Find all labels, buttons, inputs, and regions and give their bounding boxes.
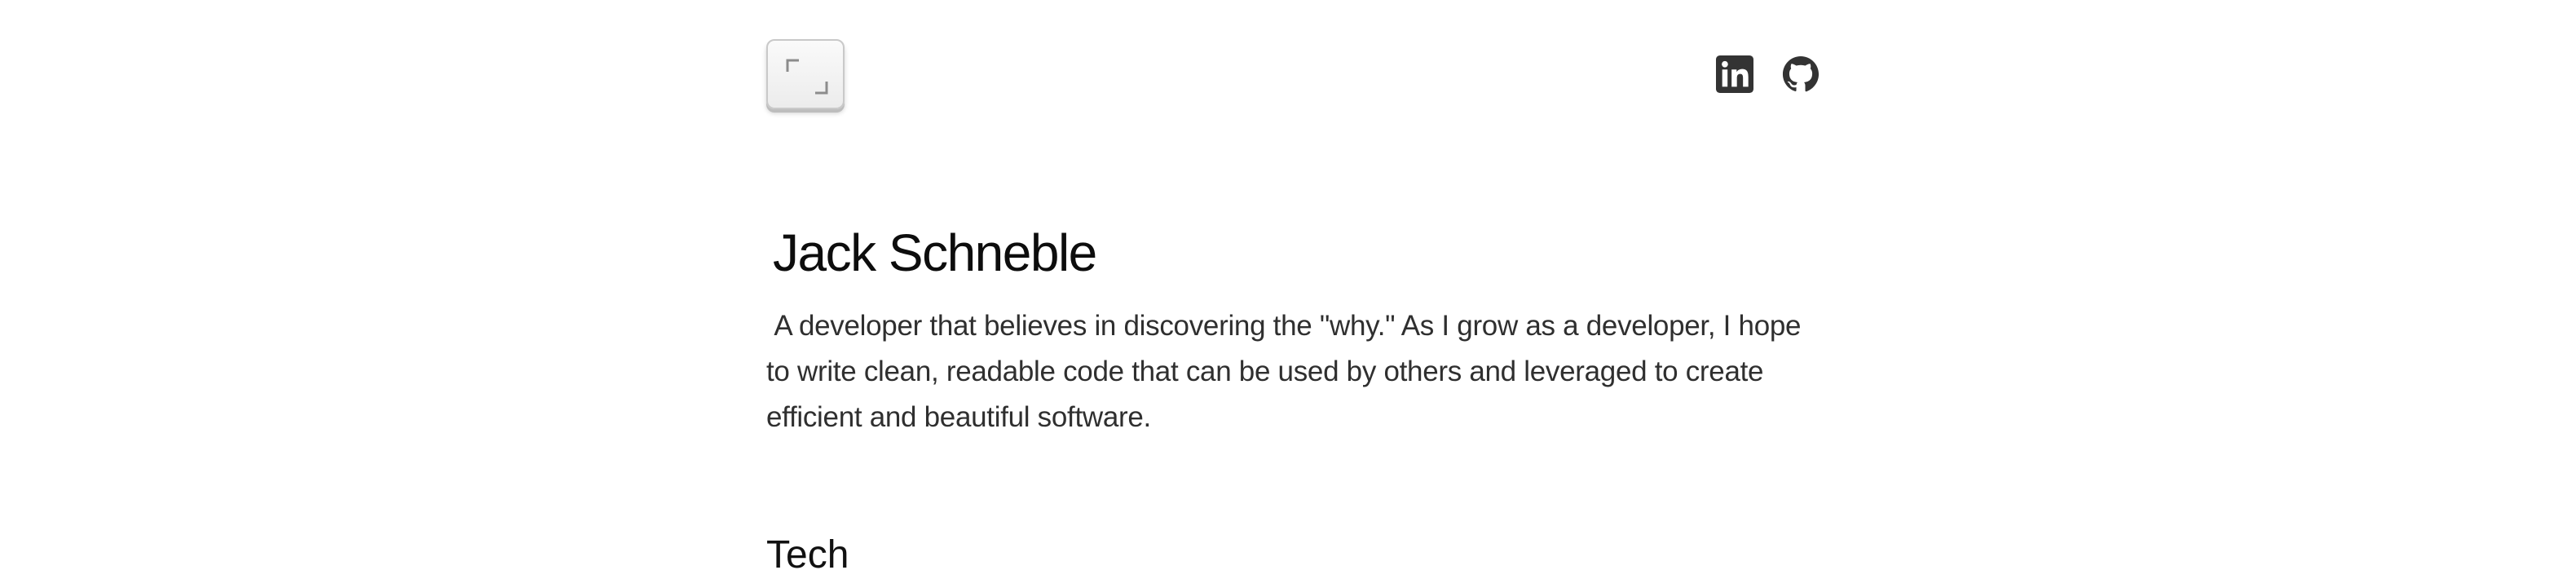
github-icon[interactable]	[1782, 55, 1820, 93]
linkedin-icon[interactable]	[1716, 55, 1753, 93]
page-title: Jack Schneble	[773, 223, 1097, 282]
page-container: Jack Schneble A developer that believes …	[766, 0, 1820, 577]
tech-section-heading: Tech	[766, 533, 849, 577]
corner-brackets-icon	[786, 59, 828, 95]
bio-paragraph: A developer that believes in discovering…	[766, 310, 1802, 433]
home-logo-button[interactable]	[766, 39, 845, 109]
site-header	[766, 39, 1820, 114]
